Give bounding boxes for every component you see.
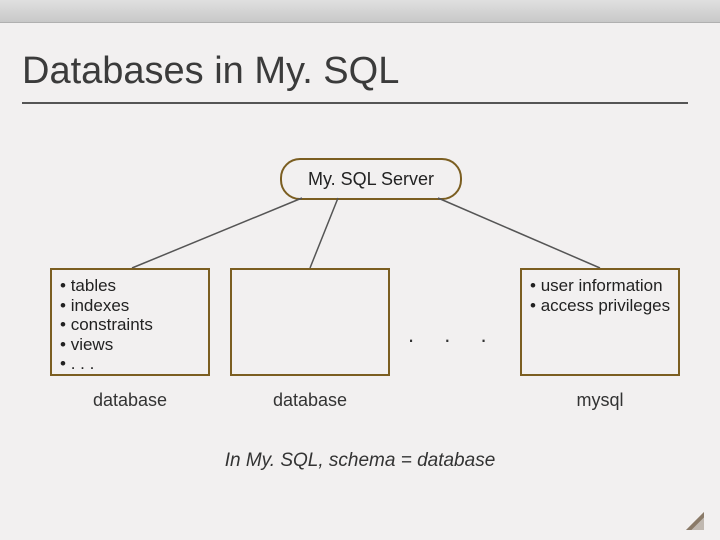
- database-box-1-label: database: [50, 390, 210, 411]
- page-turn-icon: [686, 512, 704, 530]
- database-box-2-label: database: [230, 390, 390, 411]
- server-node: My. SQL Server: [280, 158, 462, 200]
- mysql-box-list: user information access privileges: [524, 276, 676, 315]
- title-underline: [22, 102, 688, 104]
- database-box-2: [230, 268, 390, 376]
- database-box-1: tables indexes constraints views . . .: [50, 268, 210, 376]
- mysql-box-label: mysql: [520, 390, 680, 411]
- slide-caption: In My. SQL, schema = database: [0, 450, 720, 472]
- list-item: constraints: [60, 315, 206, 335]
- list-item: tables: [60, 276, 206, 296]
- list-item: user information: [530, 276, 676, 296]
- slide-title: Databases in My. SQL: [22, 50, 399, 93]
- ellipsis-icon: . . .: [408, 322, 499, 348]
- list-item: indexes: [60, 296, 206, 316]
- mysql-box: user information access privileges: [520, 268, 680, 376]
- database-box-1-list: tables indexes constraints views . . .: [54, 276, 206, 374]
- list-item: . . .: [60, 354, 206, 374]
- window-topbar: [0, 0, 720, 23]
- list-item: views: [60, 335, 206, 355]
- list-item: access privileges: [530, 296, 676, 316]
